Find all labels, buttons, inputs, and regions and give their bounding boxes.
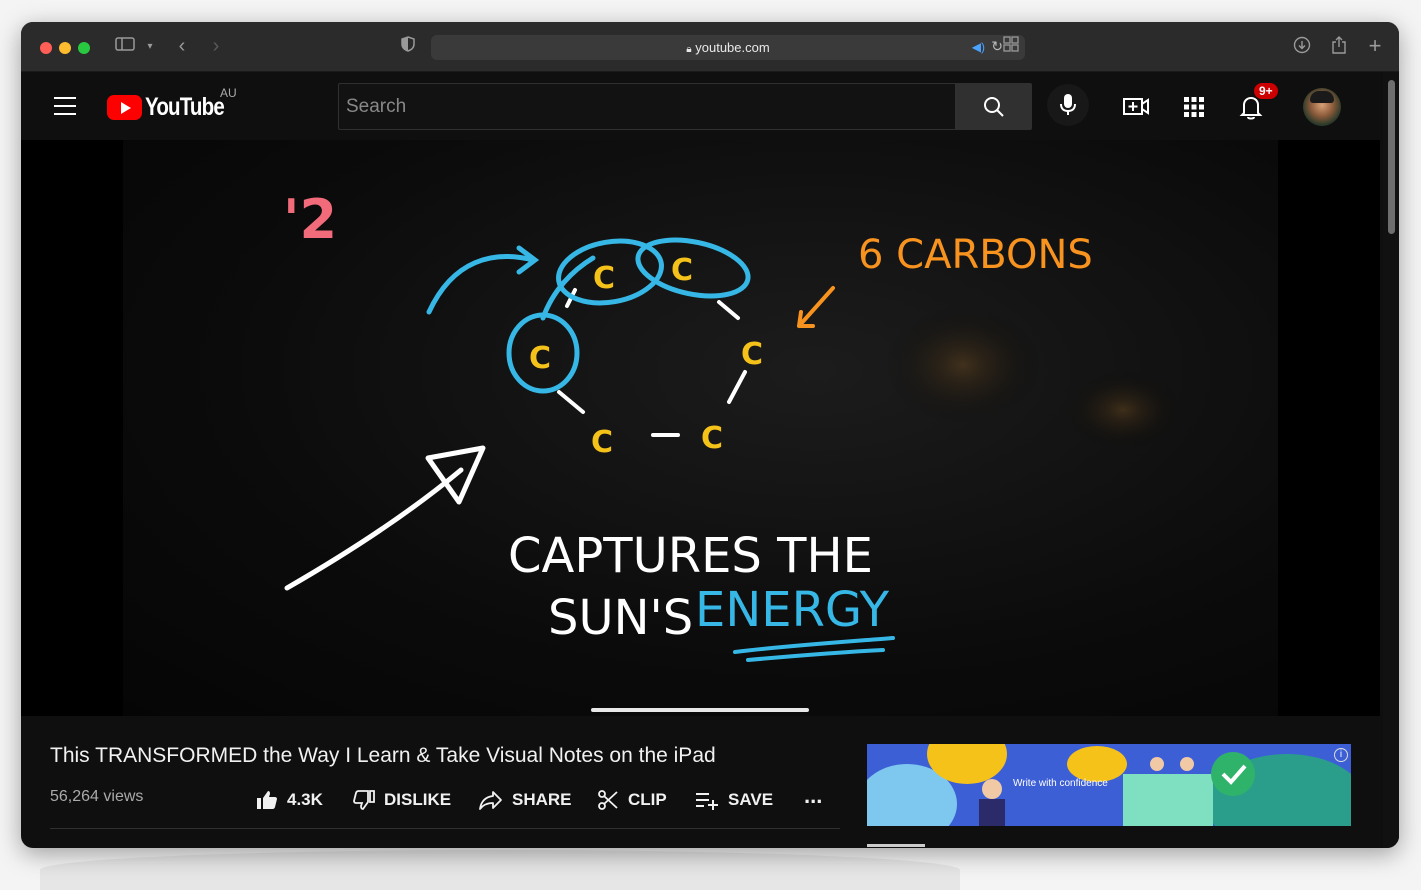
share-icon[interactable]: [1329, 36, 1349, 58]
scrollbar-thumb[interactable]: [1388, 80, 1395, 234]
search-button[interactable]: [956, 83, 1032, 130]
carbons-label: 6 CARBONS: [858, 232, 1093, 278]
youtube-header: YouTube AU 9+: [21, 72, 1383, 140]
address-bar[interactable]: 🔒︎ youtube.com ◀) ↻: [431, 35, 1025, 60]
dislike-button[interactable]: DISLIKE: [352, 788, 451, 812]
marker-label: '2: [283, 188, 337, 251]
zoom-window-button[interactable]: [78, 42, 90, 54]
notifications-bell-icon[interactable]: 9+: [1236, 83, 1278, 122]
like-count: 4.3K: [287, 790, 323, 809]
divider: [50, 828, 840, 829]
minimize-window-button[interactable]: [59, 42, 71, 54]
url-text: youtube.com: [695, 40, 770, 55]
ad-banner[interactable]: Write with confidence: [867, 744, 1351, 826]
more-icon: ...: [804, 783, 823, 808]
apps-grid-icon[interactable]: [1179, 92, 1209, 122]
share-button[interactable]: SHARE: [478, 788, 572, 812]
chevron-down-icon[interactable]: ▾: [143, 36, 157, 58]
carbon-atom-2: C: [671, 253, 693, 288]
like-button[interactable]: 4.3K: [255, 788, 323, 812]
save-label: SAVE: [728, 790, 774, 809]
create-video-icon[interactable]: [1121, 92, 1151, 122]
download-icon[interactable]: [1292, 36, 1312, 58]
sidebar-toggle-icon[interactable]: [114, 36, 136, 58]
youtube-play-icon: [107, 95, 142, 120]
video-drawing: '2 C C C C C C 6 CARBONS CAPTURES THE SU…: [283, 188, 1183, 662]
carbon-atom-6: C: [529, 341, 551, 376]
video-player[interactable]: '2 C C C C C C 6 CARBONS CAPTURES THE SU…: [21, 140, 1380, 716]
thumbs-up-icon: [257, 791, 277, 809]
view-count: 56,264 views: [50, 788, 144, 805]
save-button[interactable]: SAVE: [694, 788, 773, 812]
thumbs-down-icon: [353, 790, 375, 810]
avatar[interactable]: [1303, 88, 1341, 126]
tab-overview-icon[interactable]: [1001, 36, 1021, 58]
notification-badge: 9+: [1254, 83, 1278, 99]
close-window-button[interactable]: [40, 42, 52, 54]
carbon-atom-4: C: [701, 421, 723, 456]
caption-sun: SUN'S: [548, 590, 693, 646]
search-input[interactable]: [339, 84, 955, 129]
microphone-icon: [1060, 94, 1076, 115]
new-tab-icon[interactable]: +: [1365, 35, 1385, 58]
shield-icon[interactable]: [400, 36, 416, 58]
ad-text: Write with confidence: [1013, 778, 1108, 789]
browser-window: ▾ ‹ › 🔒︎ youtube.com ◀) ↻ + YouTube AU S…: [21, 22, 1399, 848]
ad-info-icon[interactable]: i: [1334, 748, 1348, 762]
browser-toolbar: ▾ ‹ › 🔒︎ youtube.com ◀) ↻ +: [21, 22, 1399, 72]
speaker-icon[interactable]: ◀): [972, 40, 985, 54]
clip-label: CLIP: [628, 790, 667, 809]
menu-icon[interactable]: [49, 94, 81, 120]
video-progress-bar[interactable]: [591, 708, 809, 712]
search-icon: [984, 97, 1004, 117]
clip-button[interactable]: CLIP: [596, 788, 667, 812]
video-title: This TRANSFORMED the Way I Learn & Take …: [50, 744, 716, 767]
country-code: AU: [220, 86, 237, 100]
caption-line-1: CAPTURES THE: [508, 528, 873, 584]
scissors-icon: [598, 790, 618, 810]
dislike-label: DISLIKE: [384, 790, 452, 809]
ad-illustration: [867, 744, 1351, 826]
share-arrow-icon: [479, 791, 502, 810]
lock-icon: 🔒︎: [686, 44, 692, 55]
voice-search-button[interactable]: [1047, 84, 1089, 126]
video-frame: '2 C C C C C C 6 CARBONS CAPTURES THE SU…: [123, 140, 1278, 716]
page-scrollbar[interactable]: [1383, 72, 1399, 848]
carbon-atom-5: C: [591, 425, 613, 460]
back-arrow-icon[interactable]: ‹: [174, 36, 190, 58]
logo-text: YouTube: [145, 93, 225, 121]
carbon-atom-3: C: [741, 337, 763, 372]
desktop-background: [40, 850, 960, 890]
forward-arrow-icon[interactable]: ›: [208, 36, 224, 58]
more-actions-button[interactable]: ...: [804, 783, 823, 808]
search-box: [338, 83, 956, 130]
playlist-add-icon: [696, 793, 718, 810]
ad-progress: [867, 844, 925, 847]
carbon-atom-1: C: [593, 261, 615, 296]
share-label: SHARE: [512, 790, 572, 809]
caption-energy: ENERGY: [695, 582, 890, 638]
